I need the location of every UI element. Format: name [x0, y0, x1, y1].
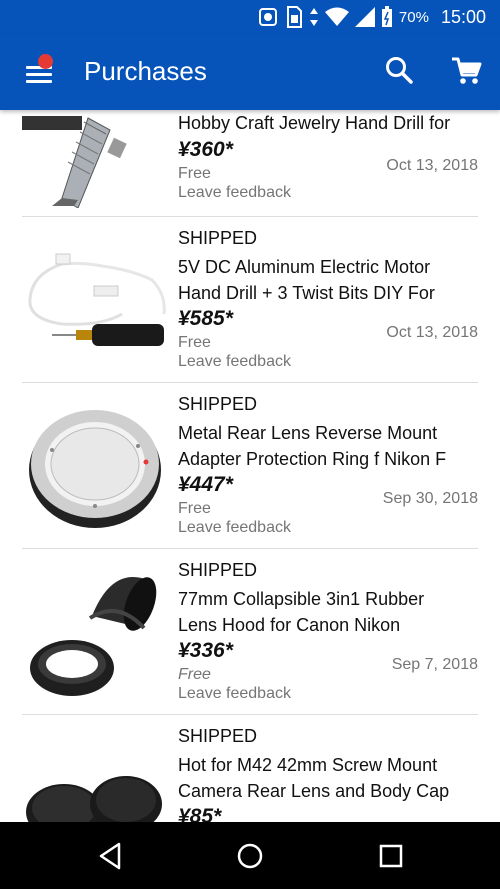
item-status: SHIPPED	[178, 560, 258, 580]
notification-dot	[38, 54, 53, 69]
item-price: ¥447*	[178, 473, 233, 496]
cell-signal-icon	[354, 7, 375, 27]
shopping-cart-icon[interactable]	[450, 54, 484, 88]
rubber-lens-hood-image	[22, 556, 168, 706]
pin-vise-hand-drill-image	[22, 110, 168, 209]
battery-percent: 70%	[398, 8, 429, 26]
purchase-item[interactable]: SHIPPED Hot for M42 42mm Screw Mount Cam…	[22, 714, 478, 822]
leave-feedback-link[interactable]: Leave feedback	[178, 519, 291, 537]
item-price: ¥585*	[178, 307, 233, 330]
purchase-item[interactable]: SHIPPED 77mm Collapsible 3in1 Rubber Len…	[22, 548, 478, 715]
page-title: Purchases	[84, 56, 207, 86]
home-circle-icon[interactable]	[232, 838, 268, 874]
search-icon[interactable]	[383, 54, 417, 88]
system-nav-bar	[0, 822, 500, 889]
purchases-list[interactable]: Hobby Craft Jewelry Hand Drill for ¥360*…	[0, 110, 500, 822]
item-title: Metal Rear Lens Reverse Mount Adapter Pr…	[178, 423, 447, 469]
app-bar: Purchases	[0, 34, 500, 110]
item-status: SHIPPED	[178, 726, 258, 746]
item-price: ¥336*	[178, 639, 233, 662]
leave-feedback-link[interactable]: Leave feedback	[178, 184, 291, 202]
item-date: Oct 13, 2018	[386, 157, 478, 174]
item-price: ¥85*	[178, 805, 222, 822]
item-shipping: Free	[178, 334, 211, 351]
item-shipping: Free	[178, 666, 211, 683]
clock: 15:00	[440, 6, 486, 27]
lens-body-caps-image	[22, 722, 168, 822]
item-status: SHIPPED	[178, 228, 258, 248]
item-title: 5V DC Aluminum Electric Motor Hand Drill…	[178, 257, 435, 303]
purchase-item[interactable]: SHIPPED Metal Rear Lens Reverse Mount Ad…	[22, 382, 478, 549]
hamburger-menu-icon[interactable]	[22, 54, 56, 88]
purchase-item[interactable]: Hobby Craft Jewelry Hand Drill for ¥360*…	[22, 110, 478, 217]
back-triangle-icon[interactable]	[92, 838, 128, 874]
purchase-item[interactable]: SHIPPED 5V DC Aluminum Electric Motor Ha…	[22, 216, 478, 383]
battery-icon	[381, 6, 392, 27]
item-title: Hot for M42 42mm Screw Mount Camera Rear…	[178, 755, 450, 801]
item-status: SHIPPED	[178, 394, 258, 414]
item-title: Hobby Craft Jewelry Hand Drill for	[178, 113, 451, 133]
item-date: Sep 7, 2018	[391, 656, 478, 673]
item-title: 77mm Collapsible 3in1 Rubber Lens Hood f…	[178, 589, 425, 635]
item-date: Sep 30, 2018	[382, 490, 478, 507]
recents-square-icon[interactable]	[373, 838, 409, 874]
item-shipping: Free	[178, 500, 211, 517]
notification-icon	[258, 8, 277, 26]
sim-card-icon	[286, 6, 302, 28]
status-bar: 70% 15:00	[0, 0, 500, 34]
leave-feedback-link[interactable]: Leave feedback	[178, 685, 291, 703]
lens-adapter-ring-image	[22, 390, 168, 540]
item-price: ¥360*	[178, 138, 233, 161]
item-shipping: Free	[178, 165, 211, 182]
wifi-icon	[324, 7, 349, 26]
item-date: Oct 13, 2018	[386, 324, 478, 341]
electric-mini-drill-image	[22, 224, 168, 374]
leave-feedback-link[interactable]: Leave feedback	[178, 353, 291, 371]
data-arrows-icon	[309, 8, 318, 26]
